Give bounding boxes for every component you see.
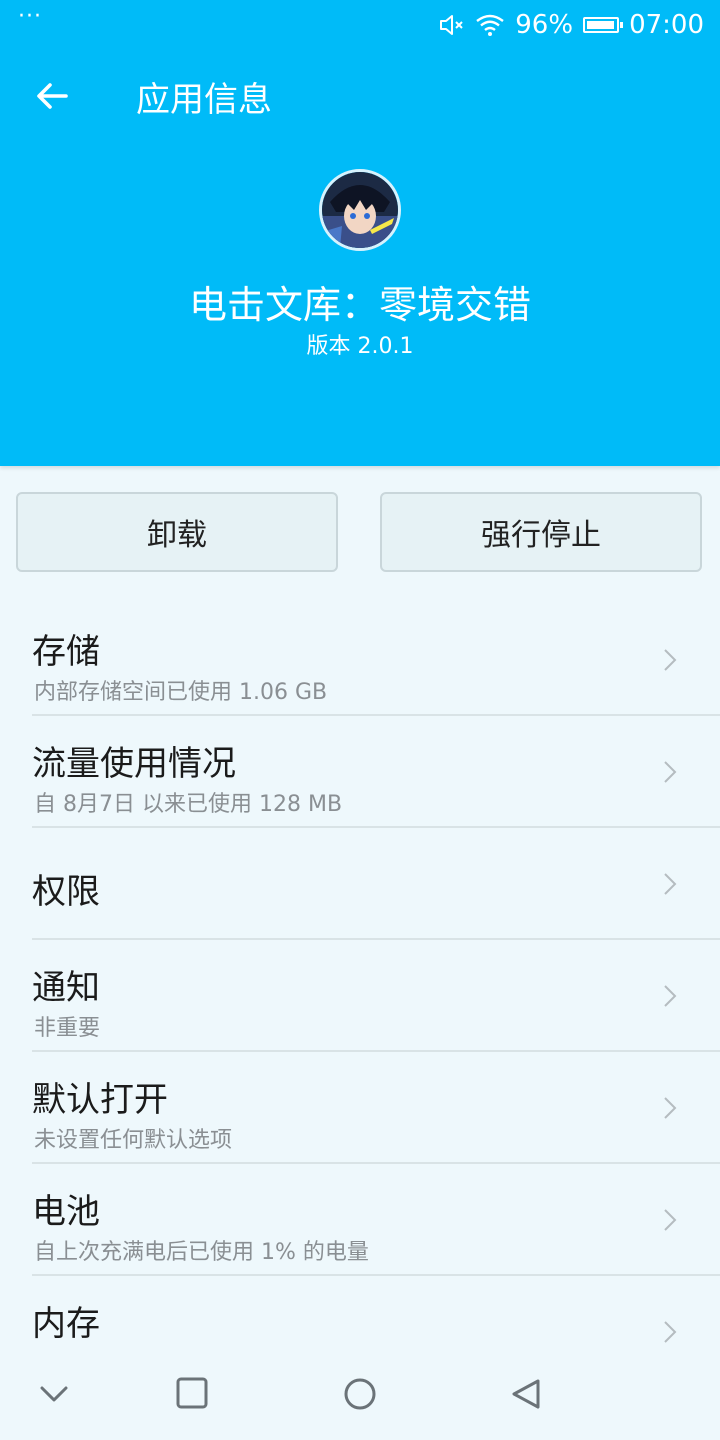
back-triangle-icon[interactable] xyxy=(504,1372,548,1416)
settings-item-label: 流量使用情况 xyxy=(32,744,236,784)
settings-item-label: 内存 xyxy=(32,1304,100,1344)
settings-item-summary: 未设置任何默认选项 xyxy=(34,1128,233,1153)
settings-item-permissions[interactable]: 权限 xyxy=(0,828,720,940)
chevron-right-icon xyxy=(664,649,677,671)
chevron-right-icon xyxy=(664,985,677,1007)
settings-item-summary: 自 8月7日 以来已使用 128 MB xyxy=(34,792,343,817)
settings-list: 存储 内部存储空间已使用 1.06 GB 流量使用情况 自 8月7日 以来已使用… xyxy=(0,604,720,1388)
collapse-down-icon[interactable] xyxy=(32,1372,76,1416)
settings-item-label: 权限 xyxy=(32,872,100,912)
home-circle-icon[interactable] xyxy=(338,1372,382,1416)
battery-icon xyxy=(583,17,624,33)
app-name: 电击文库：零境交错 xyxy=(188,283,531,327)
chevron-right-icon xyxy=(664,1321,677,1343)
app-version: 版本 2.0.1 xyxy=(306,334,414,359)
battery-percent: 96% xyxy=(515,10,574,40)
settings-item-label: 电池 xyxy=(32,1192,100,1232)
settings-item-label: 默认打开 xyxy=(32,1080,168,1120)
recents-square-icon[interactable] xyxy=(170,1372,214,1416)
notification-dots: ··· xyxy=(18,4,42,29)
chevron-right-icon xyxy=(664,761,677,783)
status-icons: 96% 07:00 xyxy=(429,8,704,42)
settings-item-summary: 内部存储空间已使用 1.06 GB xyxy=(34,680,328,705)
wifi-icon xyxy=(476,14,504,36)
chevron-right-icon xyxy=(664,873,677,895)
settings-item-label: 通知 xyxy=(32,968,100,1008)
settings-item-summary: 非重要 xyxy=(34,1016,101,1041)
chevron-right-icon xyxy=(664,1209,677,1231)
settings-item-summary: 自上次充满电后已使用 1% 的电量 xyxy=(34,1240,369,1265)
uninstall-button[interactable]: 卸载 xyxy=(16,492,338,572)
chevron-right-icon xyxy=(664,1097,677,1119)
status-bar: ··· 96% 07:00 xyxy=(0,0,720,50)
clock: 07:00 xyxy=(629,10,704,40)
settings-item-battery[interactable]: 电池 自上次充满电后已使用 1% 的电量 xyxy=(0,1164,720,1276)
app-info-header: ··· 96% 07:00 应用信息 电击文库：零境交错 版本 2.0.1 xyxy=(0,0,720,466)
settings-item-notifications[interactable]: 通知 非重要 xyxy=(0,940,720,1052)
arrow-left-icon[interactable] xyxy=(30,74,74,118)
settings-item-open-by-default[interactable]: 默认打开 未设置任何默认选项 xyxy=(0,1052,720,1164)
navigation-bar xyxy=(0,1352,720,1440)
page-title: 应用信息 xyxy=(136,80,272,120)
settings-item-label: 存储 xyxy=(32,632,100,672)
settings-item-storage[interactable]: 存储 内部存储空间已使用 1.06 GB xyxy=(0,604,720,716)
settings-item-data-usage[interactable]: 流量使用情况 自 8月7日 以来已使用 128 MB xyxy=(0,716,720,828)
mute-icon xyxy=(440,15,463,35)
force-stop-button[interactable]: 强行停止 xyxy=(380,492,702,572)
app-icon xyxy=(319,169,401,251)
